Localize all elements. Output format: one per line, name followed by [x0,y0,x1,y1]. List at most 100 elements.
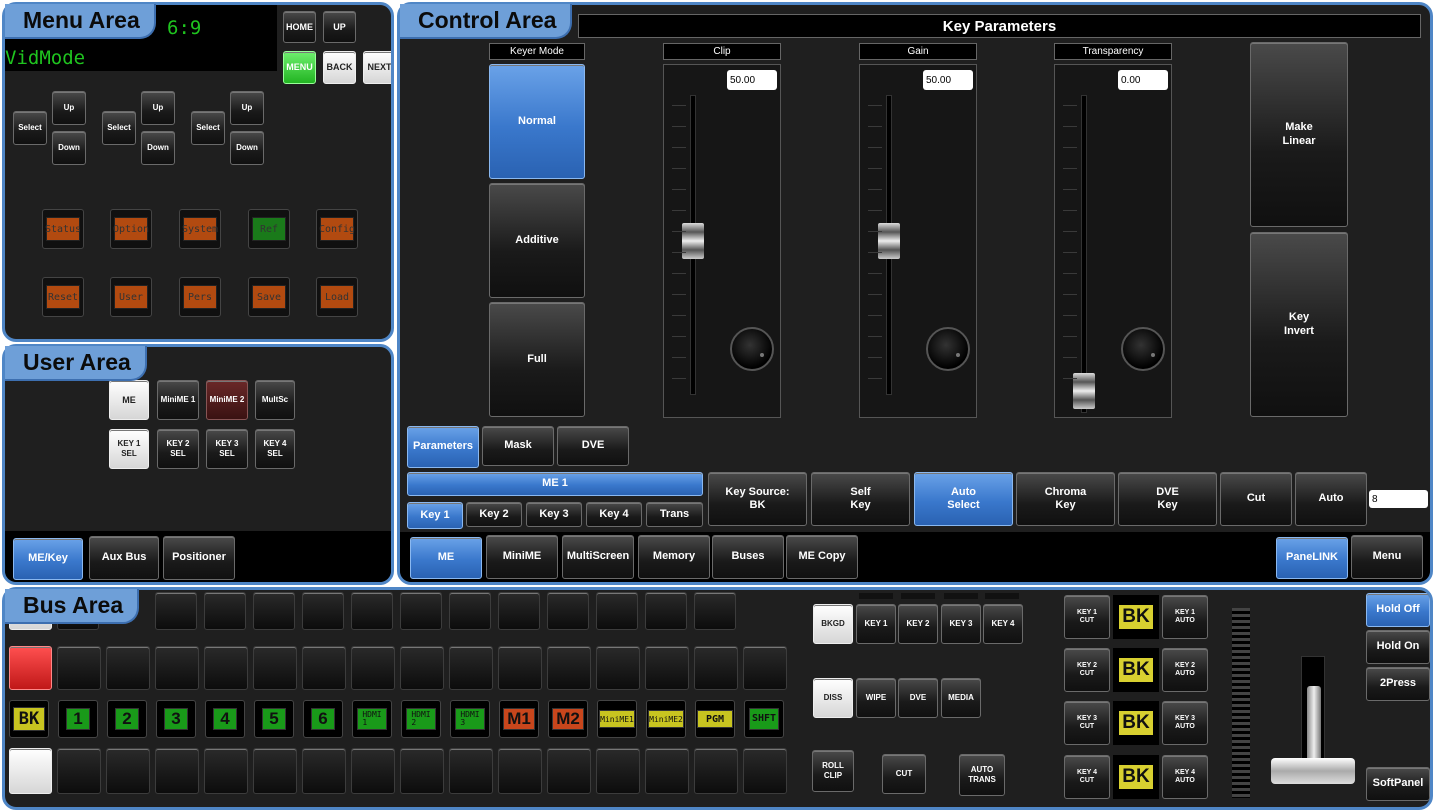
auto-select-button[interactable]: Auto Select [914,472,1013,526]
down-button-2[interactable]: Down [141,131,175,165]
bus-preview-button[interactable] [694,748,738,794]
transparency-value[interactable]: 0.00 [1118,70,1168,90]
bus-preview-button[interactable] [645,748,689,794]
me-select-button[interactable]: ME [109,380,149,420]
down-button-3[interactable]: Down [230,131,264,165]
auto-rate-field[interactable]: 8 [1369,490,1428,508]
key2-cut-button[interactable]: KEY 2 CUT [1064,648,1110,692]
hold-on-button[interactable]: Hold On [1366,630,1430,664]
tab-key-3[interactable]: Key 3 [526,502,582,527]
tab-dve[interactable]: DVE [557,426,629,466]
key2-sel-button[interactable]: KEY 2 SEL [157,429,199,469]
tab-key-1[interactable]: Key 1 [407,502,463,529]
bus-top-button[interactable] [302,592,344,630]
source-2[interactable]: 2 [107,700,147,738]
source-shft[interactable]: SHFT [744,700,784,738]
key2-auto-button[interactable]: KEY 2 AUTO [1162,648,1208,692]
panelink-button[interactable]: PaneLINK [1276,537,1348,579]
key1-cut-button[interactable]: KEY 1 CUT [1064,595,1110,639]
key1-sel-button[interactable]: KEY 1 SEL [109,429,149,469]
bus-preview-button[interactable] [400,748,444,794]
bus-top-button[interactable] [155,592,197,630]
bus-program-button[interactable] [498,646,542,690]
bus-program-button[interactable] [253,646,297,690]
key-invert-button[interactable]: Key Invert [1250,232,1348,417]
key3-auto-button[interactable]: KEY 3 AUTO [1162,701,1208,745]
bus-program-button[interactable] [351,646,395,690]
bus-program-button[interactable] [596,646,640,690]
bus-program-button[interactable] [302,646,346,690]
select-button-2[interactable]: Select [102,111,136,145]
bus-top-button[interactable] [204,592,246,630]
dve-trans-button[interactable]: DVE [898,678,938,718]
ref-button[interactable]: Ref [248,209,290,249]
tbar-handle[interactable] [1271,758,1355,784]
auto-button[interactable]: Auto [1295,472,1367,526]
keyer-full-button[interactable]: Full [489,302,585,417]
bus-top-button[interactable] [498,592,540,630]
up-button[interactable]: UP [323,11,356,43]
tab-mask[interactable]: Mask [482,426,554,466]
me1-bar[interactable]: ME 1 [407,472,703,496]
bus-top-button[interactable] [547,592,589,630]
bus-preview-button[interactable] [57,748,101,794]
next-key1-button[interactable]: KEY 1 [856,604,896,644]
source-minime2[interactable]: MiniME2 [646,700,686,738]
source-m2[interactable]: M2 [548,700,588,738]
cut-button[interactable]: Cut [1220,472,1292,526]
tab-key-2[interactable]: Key 2 [466,502,522,527]
preview-bus-selected[interactable] [9,748,52,794]
tab-key-4[interactable]: Key 4 [586,502,642,527]
tab-trans[interactable]: Trans [646,502,703,527]
load-button[interactable]: Load [316,277,358,317]
source-bk[interactable]: BK [9,700,49,738]
up-button-1[interactable]: Up [52,91,86,125]
gain-knob[interactable] [926,327,970,371]
reset-button[interactable]: Reset [42,277,84,317]
tab-me-copy[interactable]: ME Copy [786,535,858,579]
source-5[interactable]: 5 [254,700,294,738]
next-key2-button[interactable]: KEY 2 [898,604,938,644]
auto-trans-button[interactable]: AUTO TRANS [959,754,1005,796]
self-key-button[interactable]: Self Key [811,472,910,526]
key3-sel-button[interactable]: KEY 3 SEL [206,429,248,469]
bus-preview-button[interactable] [302,748,346,794]
next-button[interactable]: NEXT [363,51,391,84]
tab-minime[interactable]: MiniME [486,535,558,579]
source-m1[interactable]: M1 [499,700,539,738]
dve-key-button[interactable]: DVE Key [1118,472,1217,526]
bus-preview-button[interactable] [596,748,640,794]
tab-buses[interactable]: Buses [712,535,784,579]
bus-program-button[interactable] [694,646,738,690]
chroma-key-button[interactable]: Chroma Key [1016,472,1115,526]
source-3[interactable]: 3 [156,700,196,738]
bus-program-button[interactable] [547,646,591,690]
key4-cut-button[interactable]: KEY 4 CUT [1064,755,1110,799]
softpanel-button[interactable]: SoftPanel [1366,767,1430,801]
key-source-button[interactable]: Key Source: BK [708,472,807,526]
bus-program-button[interactable] [155,646,199,690]
tab-positioner[interactable]: Positioner [163,536,235,580]
option-button[interactable]: Option [110,209,152,249]
bus-top-button[interactable] [449,592,491,630]
bus-preview-button[interactable] [204,748,248,794]
select-button-3[interactable]: Select [191,111,225,145]
source-hdmi2[interactable]: HDMI 2 [401,700,441,738]
source-hdmi3[interactable]: HDMI 3 [450,700,490,738]
bus-top-button[interactable] [645,592,687,630]
bus-preview-button[interactable] [253,748,297,794]
source-1[interactable]: 1 [58,700,98,738]
bus-program-button[interactable] [645,646,689,690]
up-button-2[interactable]: Up [141,91,175,125]
home-button[interactable]: HOME [283,11,316,43]
source-hdmi1[interactable]: HDMI 1 [352,700,392,738]
source-pgm[interactable]: PGM [695,700,735,738]
down-button-1[interactable]: Down [52,131,86,165]
minime2-button[interactable]: MiniME 2 [206,380,248,420]
pers-button[interactable]: Pers [179,277,221,317]
diss-button[interactable]: DISS [813,678,853,718]
bus-top-button[interactable] [351,592,393,630]
system-button[interactable]: System [179,209,221,249]
tab-aux-bus[interactable]: Aux Bus [89,536,159,580]
2press-button[interactable]: 2Press [1366,667,1430,701]
